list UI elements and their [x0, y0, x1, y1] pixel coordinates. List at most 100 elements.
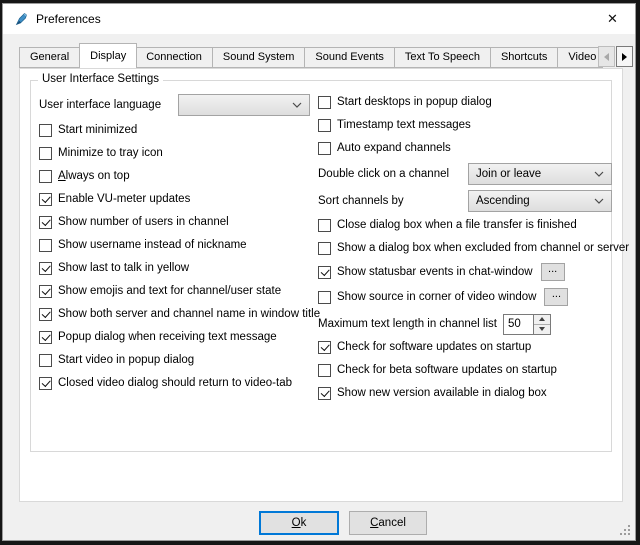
checkbox-label: Check for beta software updates on start… [337, 364, 557, 376]
checkbox-timestamp-text-messages[interactable]: Timestamp text messages [318, 117, 611, 133]
language-row: User interface language [39, 94, 318, 116]
checkbox-box [318, 242, 331, 255]
checkbox-label: Close dialog box when a file transfer is… [337, 219, 577, 231]
user-interface-settings-group: User Interface Settings User interface l… [30, 80, 612, 452]
checkbox-label: Show source in corner of video window [337, 291, 536, 303]
checkbox-close-dialog-file-transfer[interactable]: Close dialog box when a file transfer is… [318, 217, 611, 233]
close-button[interactable]: ✕ [590, 4, 635, 33]
checkbox-label: Start desktops in popup dialog [337, 96, 492, 108]
checkbox-label: Closed video dialog should return to vid… [58, 377, 292, 389]
checkbox-show-username-instead-of-nickname[interactable]: Show username instead of nickname [39, 237, 318, 253]
titlebar: Preferences ✕ [3, 4, 635, 34]
checkbox-start-desktops-in-popup[interactable]: Start desktops in popup dialog [318, 94, 611, 110]
spin-buttons [533, 315, 550, 334]
preferences-dialog: Preferences ✕ General Display Connection… [2, 3, 636, 541]
chevron-down-icon [292, 102, 302, 108]
tab-display[interactable]: Display [79, 43, 137, 68]
double-click-value: Join or leave [476, 168, 590, 180]
checkbox-box [39, 331, 52, 344]
checkbox-popup-dialog-text-message[interactable]: Popup dialog when receiving text message [39, 329, 318, 345]
max-text-length-input[interactable]: 50 [504, 315, 533, 334]
checkbox-auto-expand-channels[interactable]: Auto expand channels [318, 140, 611, 156]
checkbox-always-on-top[interactable]: Always on top [39, 168, 318, 184]
checkbox-box [39, 216, 52, 229]
checkbox-show-statusbar-events[interactable] [318, 266, 331, 279]
checkbox-label: Popup dialog when receiving text message [58, 331, 277, 343]
statusbar-events-more-button[interactable]: ... [541, 263, 565, 281]
checkbox-label: Show emojis and text for channel/user st… [58, 285, 281, 297]
tab-text-to-speech[interactable]: Text To Speech [395, 47, 491, 68]
app-icon [12, 11, 29, 28]
cancel-button-label: Cancel [370, 517, 406, 529]
down-arrow-icon [539, 327, 545, 331]
checkbox-check-beta-updates[interactable]: Check for beta software updates on start… [318, 362, 611, 378]
checkbox-label: Enable VU-meter updates [58, 193, 190, 205]
checkbox-minimize-to-tray-icon[interactable]: Minimize to tray icon [39, 145, 318, 161]
chevron-down-icon [594, 198, 604, 204]
checkbox-box [39, 239, 52, 252]
checkbox-box [39, 170, 52, 183]
checkbox-box [318, 119, 331, 132]
tab-video[interactable]: Video [558, 47, 603, 68]
tab-bar: General Display Connection Sound System … [19, 43, 633, 68]
checkbox-box [318, 142, 331, 155]
checkbox-box [39, 377, 52, 390]
checkbox-box [39, 193, 52, 206]
checkbox-check-software-updates[interactable]: Check for software updates on startup [318, 339, 611, 355]
tab-sound-system[interactable]: Sound System [213, 47, 306, 68]
tab-scroll-right-button[interactable] [616, 46, 633, 67]
checkbox-label: Start minimized [58, 124, 137, 136]
tab-connection[interactable]: Connection [136, 47, 213, 68]
checkbox-show-server-and-channel-in-title[interactable]: Show both server and channel name in win… [39, 306, 318, 322]
double-click-row: Double click on a channel Join or leave [318, 163, 611, 185]
double-click-select[interactable]: Join or leave [468, 163, 612, 185]
spin-up-button[interactable] [534, 315, 550, 325]
tab-sound-events[interactable]: Sound Events [305, 47, 395, 68]
checkbox-label: Minimize to tray icon [58, 147, 163, 159]
left-arrow-icon [604, 53, 609, 61]
checkbox-enable-vu-meter-updates[interactable]: Enable VU-meter updates [39, 191, 318, 207]
checkbox-show-number-of-users[interactable]: Show number of users in channel [39, 214, 318, 230]
checkbox-label: Timestamp text messages [337, 119, 471, 131]
resize-grip[interactable] [619, 524, 632, 537]
checkbox-show-last-to-talk-in-yellow[interactable]: Show last to talk in yellow [39, 260, 318, 276]
language-label: User interface language [39, 99, 178, 111]
cancel-button[interactable]: Cancel [349, 511, 427, 535]
checkbox-start-minimized[interactable]: Start minimized [39, 122, 318, 138]
checkbox-label: Start video in popup dialog [58, 354, 194, 366]
checkbox-show-source-video-window[interactable] [318, 291, 331, 304]
sort-channels-select[interactable]: Ascending [468, 190, 612, 212]
right-column: Start desktops in popup dialog Timestamp… [318, 94, 611, 408]
checkbox-label: Show new version available in dialog box [337, 387, 547, 399]
spin-down-button[interactable] [534, 325, 550, 334]
checkbox-label: Show last to talk in yellow [58, 262, 189, 274]
checkbox-show-dialog-excluded[interactable]: Show a dialog box when excluded from cha… [318, 240, 611, 256]
checkbox-box [318, 219, 331, 232]
checkbox-box [39, 354, 52, 367]
tab-shortcuts[interactable]: Shortcuts [491, 47, 558, 68]
checkbox-box [318, 96, 331, 109]
sort-channels-label: Sort channels by [318, 195, 468, 207]
checkbox-label: Show username instead of nickname [58, 239, 247, 251]
max-text-length-spinbox: 50 [503, 314, 551, 335]
tab-scroll-left-button[interactable] [598, 46, 615, 67]
ok-button[interactable]: Ok [259, 511, 339, 535]
language-select[interactable] [178, 94, 310, 116]
checkbox-label: Always on top [58, 170, 130, 182]
checkbox-label: Show number of users in channel [58, 216, 229, 228]
checkbox-label: Show a dialog box when excluded from cha… [337, 242, 629, 254]
video-source-more-button[interactable]: ... [544, 288, 568, 306]
checkbox-show-new-version-dialog[interactable]: Show new version available in dialog box [318, 385, 611, 401]
window-title: Preferences [36, 12, 101, 26]
max-text-length-row: Maximum text length in channel list 50 [318, 313, 611, 335]
statusbar-events-row: Show statusbar events in chat-window ... [318, 263, 611, 281]
display-tab-panel: User Interface Settings User interface l… [19, 68, 623, 502]
tab-general[interactable]: General [19, 47, 80, 68]
checkbox-start-video-in-popup[interactable]: Start video in popup dialog [39, 352, 318, 368]
left-column: User interface language Start minimized … [39, 94, 318, 408]
checkbox-box [39, 262, 52, 275]
checkbox-box [39, 147, 52, 160]
checkbox-label: Show statusbar events in chat-window [337, 266, 533, 278]
checkbox-show-emojis-and-text[interactable]: Show emojis and text for channel/user st… [39, 283, 318, 299]
checkbox-closed-video-return-video-tab[interactable]: Closed video dialog should return to vid… [39, 375, 318, 391]
